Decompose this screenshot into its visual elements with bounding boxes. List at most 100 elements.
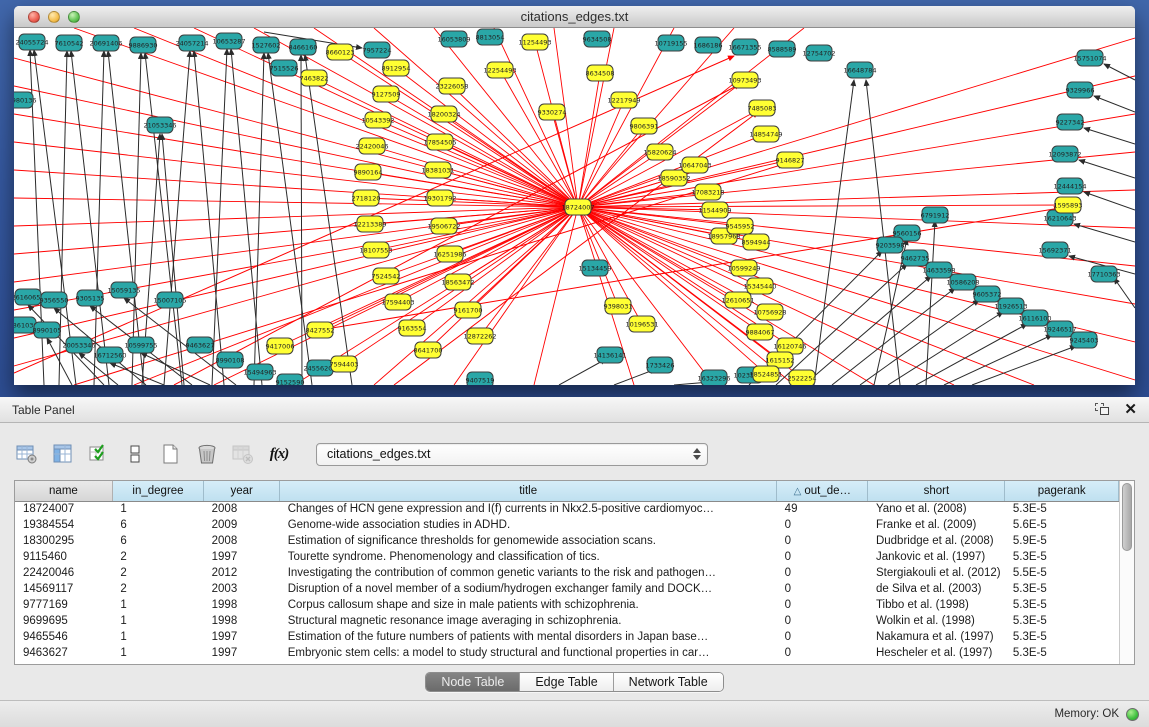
graph-node[interactable]: 16671355 xyxy=(728,39,761,55)
tab-network-table[interactable]: Network Table xyxy=(614,673,723,691)
graph-node[interactable]: 9634508 xyxy=(583,31,612,47)
table-cell[interactable]: 2008 xyxy=(204,533,280,549)
graph-node[interactable]: 8990108 xyxy=(216,352,245,368)
graph-node[interactable]: 19506722 xyxy=(427,218,460,234)
graph-node[interactable]: 9398031 xyxy=(604,298,633,314)
table-cell[interactable]: 2 xyxy=(112,581,203,597)
graph-node[interactable]: 10980136 xyxy=(14,92,37,108)
function-builder-icon[interactable]: f(x) xyxy=(266,442,292,466)
table-cell[interactable]: 0 xyxy=(777,629,868,645)
table-row[interactable]: 2242004622012Investigating the contribut… xyxy=(15,565,1119,581)
table-mode-icon[interactable] xyxy=(14,442,40,466)
table-cell[interactable]: Tibbo et al. (1998) xyxy=(868,597,1005,613)
graph-node[interactable]: 23226058 xyxy=(435,78,468,94)
graph-node[interactable]: 22420046 xyxy=(355,138,388,154)
graph-node[interactable]: 10756928 xyxy=(753,304,786,320)
table-cell[interactable]: 9777169 xyxy=(15,597,112,613)
graph-node[interactable]: 9227342 xyxy=(1056,114,1085,130)
graph-node[interactable]: 20053346 xyxy=(62,337,95,353)
table-cell[interactable]: 5.3E-5 xyxy=(1005,613,1119,629)
table-row[interactable]: 969969511998Structural magnetic resonanc… xyxy=(15,613,1119,629)
graph-node[interactable]: 16251986 xyxy=(433,246,466,262)
graph-node[interactable]: 1686186 xyxy=(694,37,723,53)
table-cell[interactable]: 0 xyxy=(777,533,868,549)
graph-node[interactable]: 9163554 xyxy=(398,320,427,336)
graph-node[interactable]: 9545952 xyxy=(726,218,755,234)
graph-node[interactable]: 15134459 xyxy=(578,260,611,276)
table-cell[interactable]: 2 xyxy=(112,549,203,565)
graph-node[interactable]: 9806391 xyxy=(630,118,659,134)
table-cell[interactable]: 22420046 xyxy=(15,565,112,581)
graph-node[interactable]: 20691406 xyxy=(89,35,122,51)
graph-node[interactable]: 8427552 xyxy=(306,322,335,338)
table-cell[interactable]: Tourette syndrome. Phenomenology and cla… xyxy=(280,549,777,565)
table-cell[interactable]: 5.3E-5 xyxy=(1005,629,1119,645)
graph-node[interactable]: 2522254 xyxy=(788,370,817,385)
close-panel-icon[interactable]: ✕ xyxy=(1124,403,1137,416)
graph-node[interactable]: 9407519 xyxy=(466,372,495,385)
graph-node[interactable]: 8588589 xyxy=(768,41,797,57)
graph-node[interactable]: 10599249 xyxy=(727,260,760,276)
graph-node[interactable]: 18107553 xyxy=(359,242,392,258)
table-cell[interactable]: 0 xyxy=(777,565,868,581)
table-row[interactable]: 946554611997Estimation of the future num… xyxy=(15,629,1119,645)
graph-node[interactable]: 9605372 xyxy=(973,286,1002,302)
graph-node[interactable]: 12254493 xyxy=(483,62,516,78)
table-cell[interactable]: 2012 xyxy=(204,565,280,581)
graph-node[interactable]: 10653287 xyxy=(212,33,245,49)
table-cell[interactable]: 0 xyxy=(777,517,868,533)
graph-node[interactable]: 10196531 xyxy=(625,316,658,332)
table-cell[interactable]: Structural magnetic resonance image aver… xyxy=(280,613,777,629)
table-row[interactable]: 977716911998Corpus callosum shape and si… xyxy=(15,597,1119,613)
table-cell[interactable]: Investigating the contribution of common… xyxy=(280,565,777,581)
table-cell[interactable]: 6 xyxy=(112,533,203,549)
table-cell[interactable]: Embryonic stem cells: a model to study s… xyxy=(280,645,777,661)
graph-node[interactable]: 8641700 xyxy=(414,342,443,358)
table-cell[interactable]: 1 xyxy=(112,645,203,661)
table-cell[interactable]: Genome-wide association studies in ADHD. xyxy=(280,517,777,533)
new-column-icon[interactable] xyxy=(158,442,184,466)
table-cell[interactable]: Nakamura et al. (1997) xyxy=(868,629,1005,645)
graph-node[interactable]: 9463627 xyxy=(186,337,215,353)
table-cell[interactable]: 5.3E-5 xyxy=(1005,597,1119,613)
close-window-button[interactable] xyxy=(28,11,40,23)
graph-node[interactable]: 1733426 xyxy=(646,357,675,373)
table-cell[interactable]: 2 xyxy=(112,565,203,581)
graph-node[interactable]: 18381031 xyxy=(421,162,454,178)
graph-node[interactable]: 1595893 xyxy=(1054,197,1083,213)
table-cell[interactable]: Jankovic et al. (1997) xyxy=(868,549,1005,565)
graph-node[interactable]: 11926513 xyxy=(994,298,1027,314)
float-panel-icon[interactable] xyxy=(1095,403,1110,416)
tab-edge-table[interactable]: Edge Table xyxy=(520,673,613,691)
graph-node[interactable]: 9329966 xyxy=(1066,82,1095,98)
table-cell[interactable]: 5.3E-5 xyxy=(1005,581,1119,597)
table-cell[interactable]: Changes of HCN gene expression and I(f) … xyxy=(280,501,777,517)
zoom-window-button[interactable] xyxy=(68,11,80,23)
table-cell[interactable]: 5.3E-5 xyxy=(1005,501,1119,517)
graph-node[interactable]: 10719155 xyxy=(654,35,687,51)
graph-node[interactable]: 9203598 xyxy=(876,237,905,253)
table-cell[interactable]: 1 xyxy=(112,501,203,517)
table-cell[interactable]: 5.9E-5 xyxy=(1005,533,1119,549)
table-vertical-scrollbar[interactable] xyxy=(1119,481,1134,664)
graph-node[interactable]: 15345440 xyxy=(743,278,776,294)
graph-node[interactable]: 18200324 xyxy=(427,106,460,122)
graph-node[interactable]: 9884067 xyxy=(746,324,775,340)
table-cell[interactable]: 1 xyxy=(112,597,203,613)
graph-node[interactable]: 10586208 xyxy=(946,274,979,290)
graph-node[interactable]: 8594944 xyxy=(742,234,771,250)
table-cell[interactable]: 9463627 xyxy=(15,645,112,661)
column-header-year[interactable]: year xyxy=(204,481,280,501)
table-cell[interactable]: Franke et al. (2009) xyxy=(868,517,1005,533)
graph-node[interactable]: 14136141 xyxy=(593,347,626,363)
table-cell[interactable]: Wolkin et al. (1998) xyxy=(868,613,1005,629)
column-header-title[interactable]: title xyxy=(280,481,777,501)
graph-node[interactable]: 9127509 xyxy=(372,86,401,102)
table-cell[interactable]: 5.3E-5 xyxy=(1005,645,1119,661)
table-cell[interactable]: 18300295 xyxy=(15,533,112,549)
graph-node[interactable]: 9890164 xyxy=(354,164,383,180)
graph-node[interactable]: 9417006 xyxy=(266,338,295,354)
graph-node[interactable]: 17854505 xyxy=(423,134,456,150)
delete-column-trash-icon[interactable] xyxy=(194,442,220,466)
column-header-in_degree[interactable]: in_degree xyxy=(112,481,203,501)
